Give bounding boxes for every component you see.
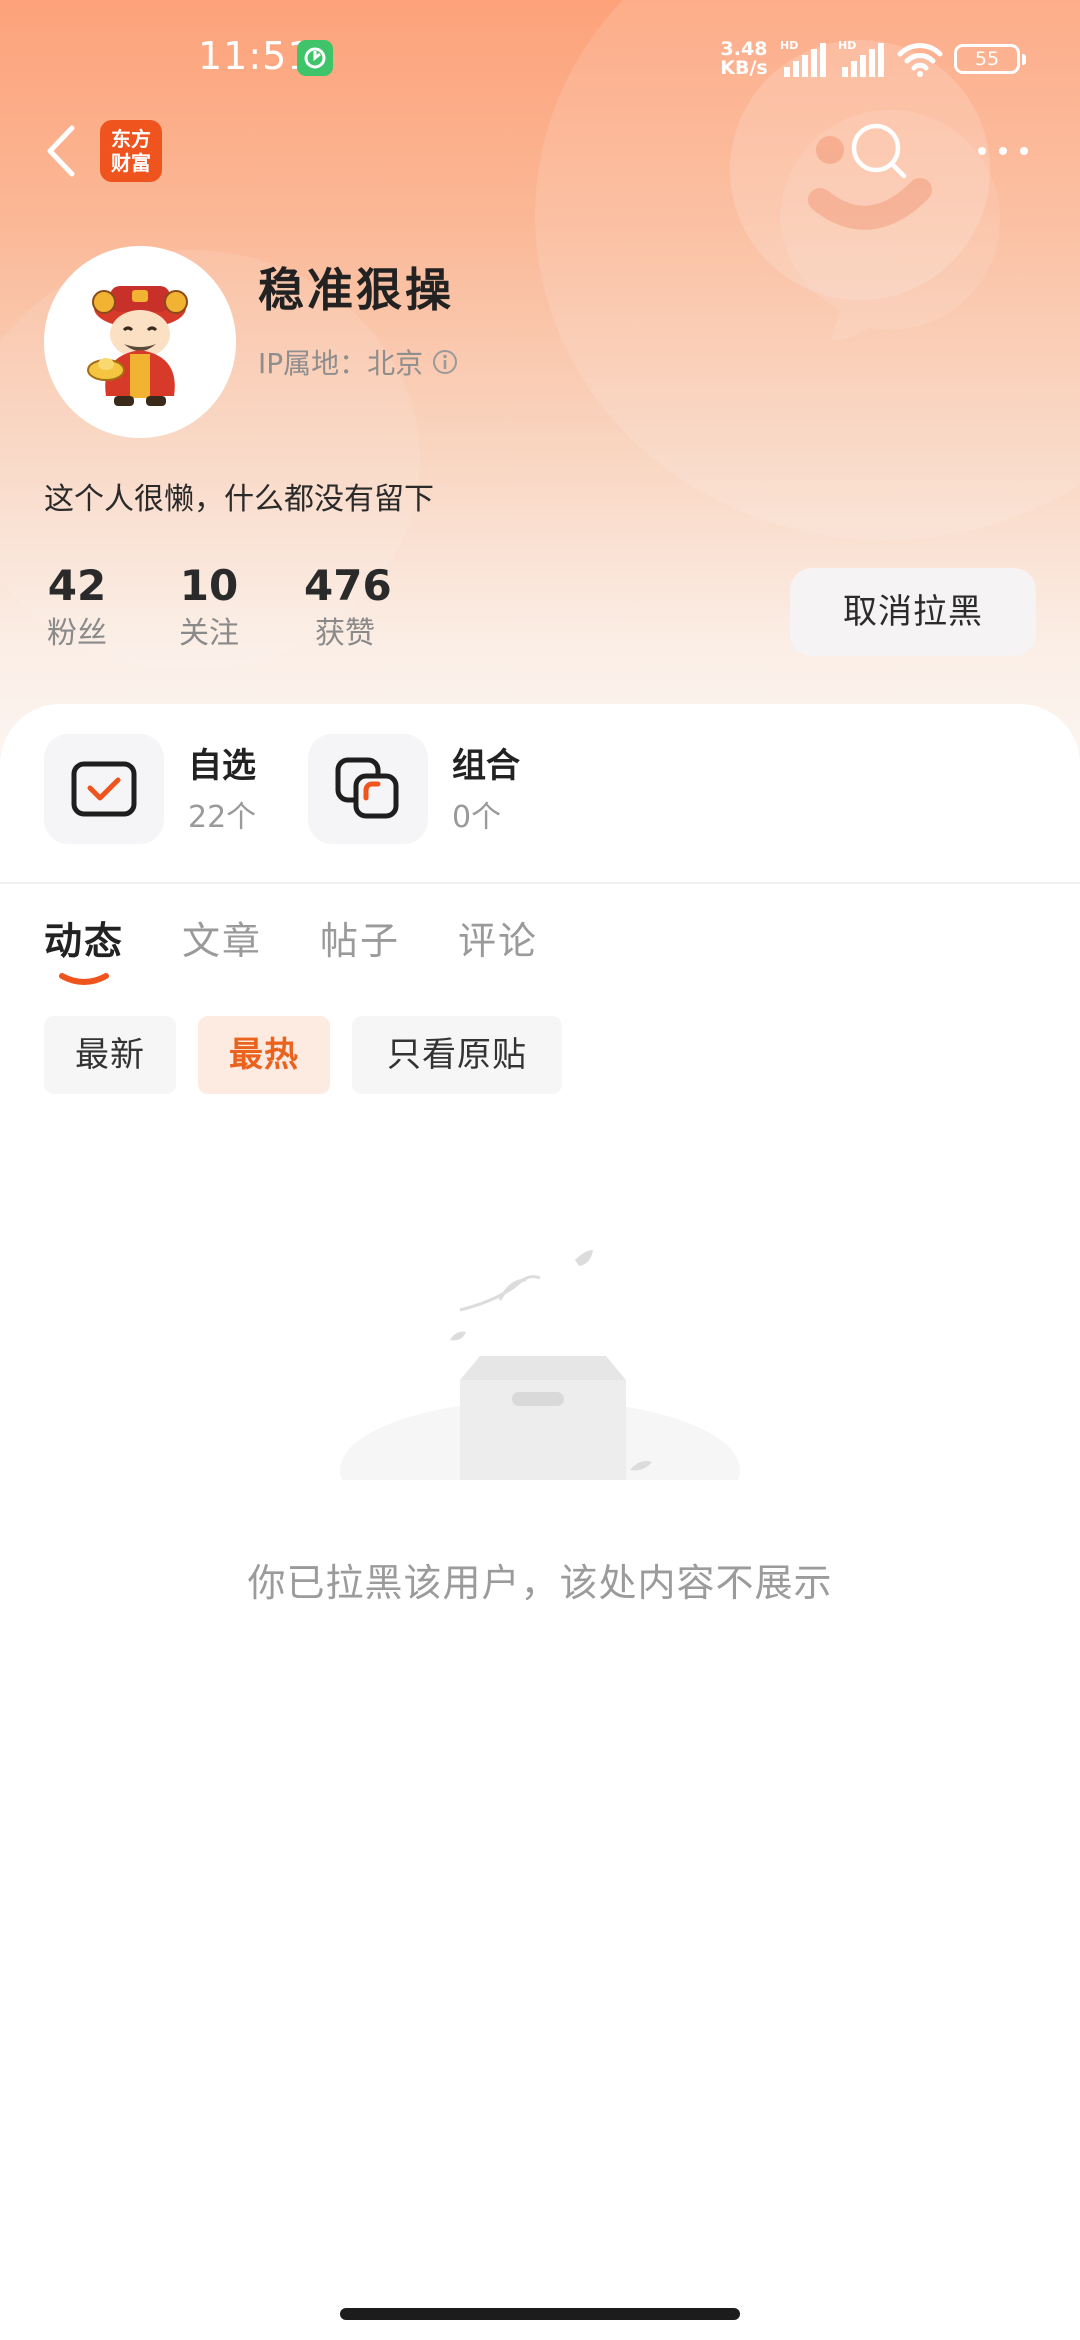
- brand-logo-line-1: 东方: [111, 127, 151, 151]
- filter-latest[interactable]: 最新: [44, 1016, 176, 1094]
- signal-hd-tag: HD: [780, 39, 798, 52]
- unblock-button[interactable]: 取消拉黑: [790, 568, 1036, 656]
- portfolio-shortcut[interactable]: 组合 0个: [308, 734, 548, 844]
- section-divider: [0, 882, 1080, 884]
- tab-posts[interactable]: 帖子: [320, 910, 400, 965]
- watchlist-count: 22个: [188, 800, 257, 835]
- cellular-signal-2-icon: HD: [838, 39, 884, 77]
- signal-hd-tag: HD: [838, 39, 856, 52]
- battery-indicator: 55: [954, 44, 1026, 74]
- more-options-button[interactable]: [970, 128, 1036, 174]
- brand-logo-line-2: 财富: [111, 151, 151, 175]
- status-bar: 11:51 3.48 KB/s HD HD 55: [0, 0, 1080, 110]
- user-name: 稳准狠操: [258, 263, 454, 317]
- ip-location: IP属地：北京: [258, 342, 459, 382]
- chevron-left-icon: [47, 125, 75, 177]
- portfolio-count: 0个: [452, 800, 502, 835]
- status-time: 11:51: [198, 34, 313, 78]
- stat-following[interactable]: 10 关注: [176, 560, 242, 656]
- wifi-icon: [897, 43, 943, 77]
- portfolio-squares-icon: [335, 757, 399, 819]
- blocked-user-message: 你已拉黑该用户，该处内容不展示: [247, 1561, 833, 1605]
- watchlist-check-icon: [71, 761, 137, 817]
- watchlist-shortcut[interactable]: 自选 22个: [44, 734, 284, 844]
- tab-dynamics[interactable]: 动态: [44, 910, 124, 965]
- stat-following-value: 10: [179, 561, 239, 610]
- avatar[interactable]: [44, 246, 236, 438]
- stat-likes-label: 获赞: [315, 616, 375, 651]
- stat-fans-value: 42: [47, 561, 107, 610]
- stat-likes[interactable]: 476 获赞: [304, 560, 392, 656]
- back-button[interactable]: [36, 118, 86, 184]
- avatar-cartoon-image: [44, 246, 236, 438]
- cellular-signal-icon: HD: [780, 39, 826, 77]
- portfolio-title: 组合: [452, 746, 520, 786]
- home-indicator[interactable]: [340, 2308, 740, 2320]
- brand-logo[interactable]: 东方 财富: [100, 120, 162, 182]
- active-tab-indicator: [59, 973, 109, 985]
- filter-original-only[interactable]: 只看原贴: [352, 1016, 562, 1094]
- content-sheet: [0, 704, 1080, 2340]
- app-notification-icon: [297, 40, 333, 76]
- portfolio-icon-box: [308, 734, 428, 844]
- stat-following-label: 关注: [179, 616, 239, 651]
- watchlist-title: 自选: [188, 746, 256, 786]
- info-icon[interactable]: [431, 348, 459, 376]
- status-indicators: 3.48 KB/s HD HD 55: [718, 36, 1026, 82]
- tab-articles[interactable]: 文章: [182, 910, 262, 965]
- empty-box-illustration: [340, 1250, 740, 1480]
- tab-comments[interactable]: 评论: [458, 910, 538, 965]
- search-icon: [851, 123, 907, 179]
- stat-fans[interactable]: 42 粉丝: [44, 560, 110, 656]
- network-speed: 3.48 KB/s: [718, 40, 770, 78]
- ip-location-label: IP属地：北京: [258, 347, 424, 380]
- watchlist-icon-box: [44, 734, 164, 844]
- filter-hottest[interactable]: 最热: [198, 1016, 330, 1094]
- more-dots-icon: [978, 147, 1028, 155]
- search-button[interactable]: [846, 118, 912, 184]
- user-bio: 这个人很懒，什么都没有留下: [44, 482, 434, 517]
- stat-likes-value: 476: [304, 561, 392, 610]
- stat-fans-label: 粉丝: [47, 616, 107, 651]
- network-speed-unit: KB/s: [720, 57, 768, 79]
